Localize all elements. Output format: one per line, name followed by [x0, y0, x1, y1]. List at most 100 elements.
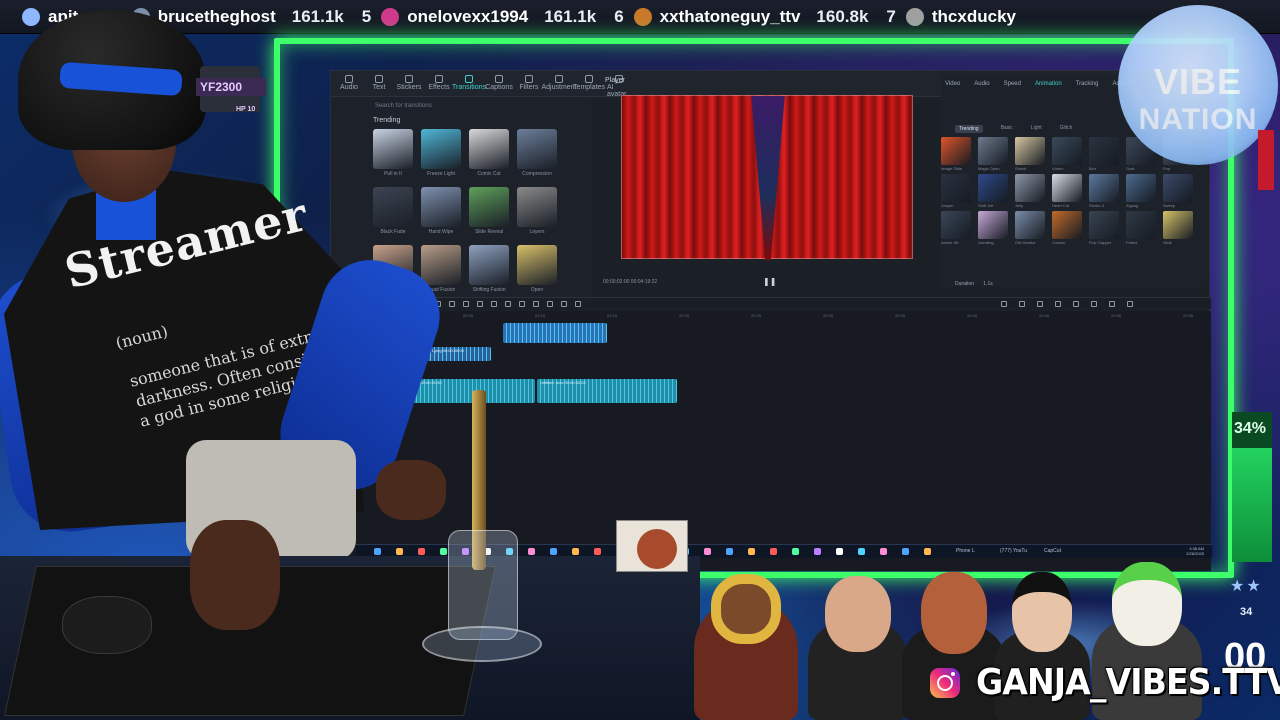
animation-preset[interactable]: Heart Cut	[1052, 174, 1082, 208]
animation-preset[interactable]: Shift Jolt	[978, 174, 1008, 208]
taskbar-app-label[interactable]: CapCut	[1044, 548, 1061, 554]
animation-filter-light[interactable]: Light	[1031, 125, 1042, 133]
taskbar-app-icon[interactable]	[880, 548, 887, 555]
prop-tab-animation[interactable]: Animation	[1035, 81, 1062, 87]
taskbar-app-icon[interactable]	[902, 548, 909, 555]
social-handle-text: GANJA_VIBES.TTV	[976, 662, 1280, 703]
animation-label: Stroke 3	[1089, 203, 1104, 208]
red-ribbon	[1258, 130, 1274, 190]
animation-filter-basic[interactable]: Basic	[1001, 125, 1013, 133]
crew-avatar	[808, 576, 908, 720]
taskbar-app-icon[interactable]	[924, 548, 931, 555]
glass-bong	[422, 390, 552, 670]
timeline-tool-icon[interactable]	[1109, 301, 1115, 307]
animation-preset[interactable]: Vortex	[1052, 137, 1082, 171]
timeline-tool-icon[interactable]	[1127, 301, 1133, 307]
prop-tab-video[interactable]: Video	[945, 81, 960, 87]
animation-label: Unspin	[941, 203, 954, 208]
animation-label: Image Slide	[941, 166, 963, 171]
animation-label: Gust	[1126, 166, 1135, 171]
streamer-webcam: Streamer (noun) someone that is of extre…	[0, 0, 700, 720]
taskbar-app-icon[interactable]	[792, 548, 799, 555]
duration-value[interactable]: 1.1s	[983, 281, 992, 287]
taskbar-app-icon[interactable]	[836, 548, 843, 555]
animation-preset[interactable]: Old Monitor	[1015, 211, 1045, 245]
avatar-head	[1112, 562, 1182, 646]
animation-label: Pop	[1163, 166, 1171, 171]
mini-webcam-person	[637, 529, 677, 569]
animation-preset[interactable]: Unspin	[941, 174, 971, 208]
animation-label: Shrink	[1015, 166, 1027, 171]
taskbar-app-label[interactable]: Phone L	[956, 548, 975, 554]
animation-label: Shift Jolt	[978, 203, 994, 208]
avatar-head	[711, 574, 781, 644]
animation-filter-glitch[interactable]: Glitch	[1060, 125, 1073, 133]
taskbar-app-label[interactable]: (777) YouTu	[1000, 548, 1027, 554]
animation-preset[interactable]: Stroke 3	[1089, 174, 1119, 208]
ruler-mark: 00:45	[1039, 313, 1050, 318]
pause-icon[interactable]: ❚❚	[763, 277, 776, 286]
taskbar-app-icon[interactable]	[704, 548, 711, 555]
taskbar-app-icon[interactable]	[726, 548, 733, 555]
animation-preset[interactable]: Jelly	[1015, 174, 1045, 208]
animation-preset[interactable]: Zigzag	[1126, 174, 1156, 208]
taskbar-app-icon[interactable]	[770, 548, 777, 555]
logo-line2: NATION	[1138, 103, 1258, 136]
animation-preset[interactable]: Blur	[1089, 137, 1119, 171]
timeline-tool-icon[interactable]	[1091, 301, 1097, 307]
instagram-icon	[930, 667, 960, 698]
animation-preset[interactable]: Magic Open	[978, 137, 1008, 171]
prop-tab-speed[interactable]: Speed	[1004, 81, 1021, 87]
ruler-mark: 00:55	[1183, 313, 1194, 318]
animation-label: Jelly	[1015, 203, 1024, 208]
prop-tab-audio[interactable]: Audio	[974, 81, 989, 87]
duration-readout: Duration 1.1s	[955, 281, 993, 287]
animation-label: Zigzag	[1126, 203, 1139, 208]
timeline-tool-icon[interactable]	[1019, 301, 1025, 307]
logo-line1: VIBE	[1153, 61, 1243, 102]
animation-label: Blur	[1089, 166, 1097, 171]
animation-preset[interactable]: Pop Clapper	[1089, 211, 1119, 245]
animation-filter-trending[interactable]: Trending	[955, 125, 983, 133]
timeline-tool-icon[interactable]	[1001, 301, 1007, 307]
game-tag: YF2300	[196, 78, 266, 96]
timeline-tool-icon[interactable]	[1037, 301, 1043, 307]
taskbar-app-icon[interactable]	[858, 548, 865, 555]
taskbar-app-icon[interactable]	[814, 548, 821, 555]
animation-label: Cosmic	[1052, 240, 1066, 245]
ruler-mark: 00:50	[1111, 313, 1122, 318]
animation-preset[interactable]: Image Slide	[941, 137, 971, 171]
timeline-tool-icon[interactable]	[1055, 301, 1061, 307]
animation-label: Old Monitor	[1015, 240, 1036, 245]
duration-label: Duration	[955, 281, 974, 287]
animation-preset[interactable]: Cosmic	[1052, 211, 1082, 245]
taskbar-app-icon[interactable]	[748, 548, 755, 555]
animation-preset[interactable]: Unrolling	[978, 211, 1008, 245]
timeline-tool-icon[interactable]	[1073, 301, 1079, 307]
animation-preset[interactable]: Slide	[1163, 211, 1193, 245]
prop-tab-tracking[interactable]: Tracking	[1076, 81, 1099, 87]
animation-label: Pulled	[1126, 240, 1138, 245]
animation-label: Pop Clapper	[1089, 240, 1112, 245]
animation-preset[interactable]: Shrink	[1015, 137, 1045, 171]
ticker-count: 160.8k	[816, 6, 869, 26]
vibe-nation-logo: VIBE NATION	[1118, 5, 1278, 165]
ruler-mark: 00:35	[895, 313, 906, 318]
ticker-username: thcxducky	[931, 6, 1016, 26]
animation-preset[interactable]: Anime Hit	[941, 211, 971, 245]
social-handle: GANJA_VIBES.TTV	[930, 662, 1280, 703]
avatar-head	[825, 576, 891, 652]
animation-label: Anime Hit	[941, 240, 959, 245]
animation-label: Magic Open	[978, 166, 1000, 171]
animation-preset[interactable]: Pulled	[1126, 211, 1156, 245]
ruler-mark: 00:30	[823, 313, 834, 318]
user-avatar	[905, 7, 924, 26]
hp-tag: HP 10	[236, 106, 256, 113]
animation-filter-tabs: Trending Basic Light Glitch	[955, 125, 1072, 133]
avatar-head	[1012, 572, 1072, 652]
streamer-hand	[376, 460, 446, 520]
animation-label: Vortex	[1052, 166, 1064, 171]
streamer-hand	[190, 520, 280, 630]
ruler-mark: 00:40	[967, 313, 978, 318]
animation-preset[interactable]: Sweep	[1163, 174, 1193, 208]
